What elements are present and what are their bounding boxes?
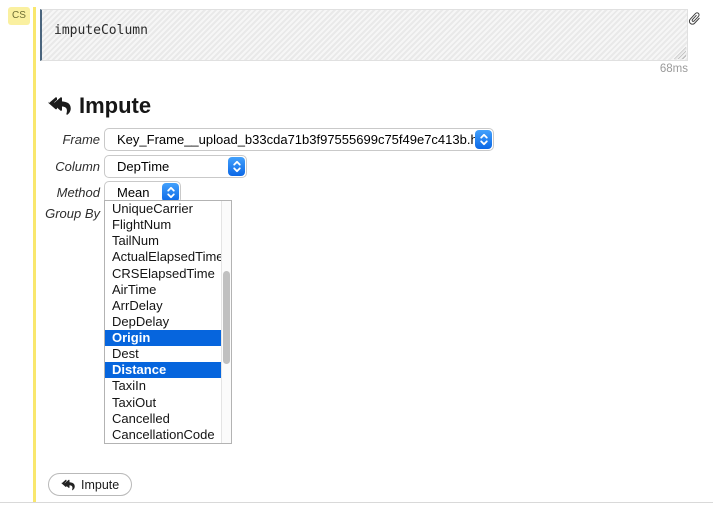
group-by-option[interactable]: TaxiIn <box>105 378 221 394</box>
form-header: Impute <box>48 93 151 119</box>
group-by-label: Group By <box>45 206 100 221</box>
code-text[interactable]: imputeColumn <box>54 23 148 38</box>
group-by-option[interactable]: Cancelled <box>105 411 221 427</box>
cell-type-badge: CS <box>8 7 30 25</box>
group-by-option[interactable]: CRSElapsedTime <box>105 266 221 282</box>
form-title-text: Impute <box>79 93 152 118</box>
group-by-option[interactable]: TaxiOut <box>105 395 221 411</box>
frame-label: Frame <box>62 132 100 147</box>
column-label: Column <box>55 159 100 174</box>
frame-select[interactable]: Key_Frame__upload_b33cda71b3f97555699c75… <box>104 128 494 151</box>
resize-grip-icon[interactable] <box>674 47 686 59</box>
group-by-option[interactable]: Dest <box>105 346 221 362</box>
group-by-option[interactable]: Distance <box>105 362 221 379</box>
group-by-option[interactable]: TailNum <box>105 233 221 249</box>
group-by-option[interactable]: FlightNum <box>105 217 221 233</box>
scrollbar-thumb[interactable] <box>223 271 230 364</box>
impute-button[interactable]: Impute <box>48 473 133 496</box>
group-by-listbox[interactable]: UniqueCarrier FlightNum TailNum ActualElaps… <box>104 200 232 444</box>
group-by-option[interactable]: Origin <box>105 330 221 347</box>
group-by-option[interactable]: CancellationCode <box>105 427 221 443</box>
group-by-option[interactable]: ArrDelay <box>105 298 221 314</box>
group-by-option[interactable]: ActualElapsedTime <box>105 249 221 265</box>
group-by-option[interactable]: UniqueCarrier <box>105 201 221 217</box>
group-by-options: UniqueCarrier FlightNum TailNum ActualElaps… <box>105 201 221 443</box>
code-editor[interactable]: imputeColumn <box>40 9 688 61</box>
up-down-chevrons-icon <box>475 130 492 149</box>
column-select[interactable]: DepTime <box>104 155 247 178</box>
group-by-option[interactable]: AirTime <box>105 282 221 298</box>
reply-all-icon <box>61 479 75 491</box>
column-select-value: DepTime <box>117 159 170 174</box>
up-down-chevrons-icon <box>228 157 245 176</box>
frame-select-value: Key_Frame__upload_b33cda71b3f97555699c75… <box>117 132 475 147</box>
method-select-value: Mean <box>117 185 150 200</box>
group-by-option[interactable]: DepDelay <box>105 314 221 330</box>
listbox-scrollbar[interactable] <box>221 201 231 443</box>
method-label: Method <box>56 185 100 200</box>
cell-divider <box>0 502 713 503</box>
execution-time: 68ms <box>659 63 688 75</box>
flow-notebook-cell: CS imputeColumn 68ms Impute Frame Key_Fr… <box>0 0 713 509</box>
cell-selected-accent-bar <box>33 7 36 503</box>
paperclip-icon[interactable] <box>687 10 702 27</box>
reply-all-icon <box>48 96 71 116</box>
impute-button-label: Impute <box>81 477 120 492</box>
